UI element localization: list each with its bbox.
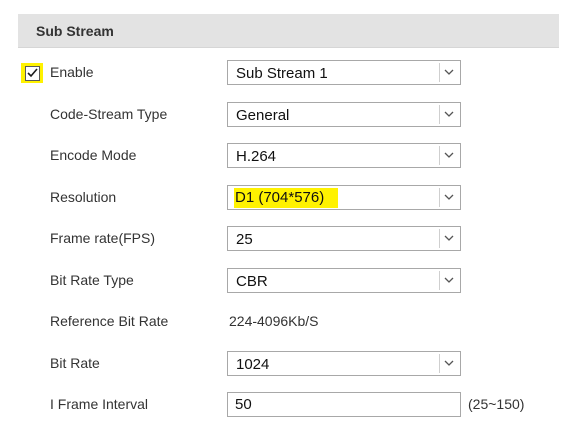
resolution-row: Resolution D1 (704*576) [18, 183, 559, 213]
dropdown-arrow[interactable] [439, 229, 458, 248]
dropdown-arrow[interactable] [439, 146, 458, 165]
sub-stream-panel: Sub Stream Enable Sub Stream 1 Code-Stre… [18, 14, 559, 433]
code-stream-type-label: Code-Stream Type [50, 106, 168, 122]
reference-bit-rate-label: Reference Bit Rate [50, 313, 169, 329]
chevron-down-icon [444, 69, 454, 75]
dropdown-arrow[interactable] [439, 105, 458, 124]
bit-rate-select[interactable]: 1024 [227, 351, 461, 376]
code-stream-type-select[interactable]: General [227, 102, 461, 127]
i-frame-interval-label: I Frame Interval [50, 396, 149, 412]
frame-rate-label: Frame rate(FPS) [50, 230, 156, 246]
enable-row: Enable Sub Stream 1 [18, 58, 559, 88]
i-frame-interval-range: (25~150) [468, 396, 525, 412]
sub-stream-value: Sub Stream 1 [236, 65, 328, 82]
chevron-down-icon [444, 152, 454, 158]
encode-mode-label: Encode Mode [50, 147, 137, 163]
dropdown-arrow[interactable] [439, 354, 458, 373]
bit-rate-type-select[interactable]: CBR [227, 268, 461, 293]
frame-rate-select[interactable]: 25 [227, 226, 461, 251]
enable-label: Enable [50, 64, 94, 80]
chevron-down-icon [444, 194, 454, 200]
chevron-down-icon [444, 235, 454, 241]
resolution-label: Resolution [50, 189, 117, 205]
bit-rate-type-row: Bit Rate Type CBR [18, 266, 559, 296]
reference-bit-rate-value: 224-4096Kb/S [229, 313, 319, 329]
frame-rate-value: 25 [236, 231, 253, 248]
encode-mode-value: H.264 [236, 148, 277, 165]
bit-rate-row: Bit Rate 1024 [18, 349, 559, 379]
section-header: Sub Stream [18, 14, 559, 48]
resolution-value: D1 (704*576) [234, 188, 339, 208]
bit-rate-type-label: Bit Rate Type [50, 272, 134, 288]
bit-rate-type-value: CBR [236, 273, 268, 290]
dropdown-arrow[interactable] [439, 63, 458, 82]
i-frame-interval-row: I Frame Interval (25~150) [18, 390, 559, 420]
encode-mode-select[interactable]: H.264 [227, 143, 461, 168]
chevron-down-icon [444, 360, 454, 366]
code-stream-type-row: Code-Stream Type General [18, 100, 559, 130]
chevron-down-icon [444, 277, 454, 283]
bit-rate-label: Bit Rate [50, 355, 100, 371]
sub-stream-select[interactable]: Sub Stream 1 [227, 60, 461, 85]
dropdown-arrow[interactable] [439, 271, 458, 290]
bit-rate-value: 1024 [236, 356, 270, 373]
frame-rate-row: Frame rate(FPS) 25 [18, 224, 559, 254]
i-frame-interval-input[interactable] [227, 392, 461, 417]
dropdown-arrow[interactable] [439, 188, 458, 207]
checkmark-icon [27, 68, 38, 78]
enable-checkbox[interactable] [21, 63, 43, 83]
resolution-select[interactable]: D1 (704*576) [227, 185, 461, 210]
section-title: Sub Stream [36, 23, 114, 39]
encode-mode-row: Encode Mode H.264 [18, 141, 559, 171]
chevron-down-icon [444, 111, 454, 117]
code-stream-type-value: General [236, 107, 290, 124]
reference-bit-rate-row: Reference Bit Rate 224-4096Kb/S [18, 307, 559, 337]
